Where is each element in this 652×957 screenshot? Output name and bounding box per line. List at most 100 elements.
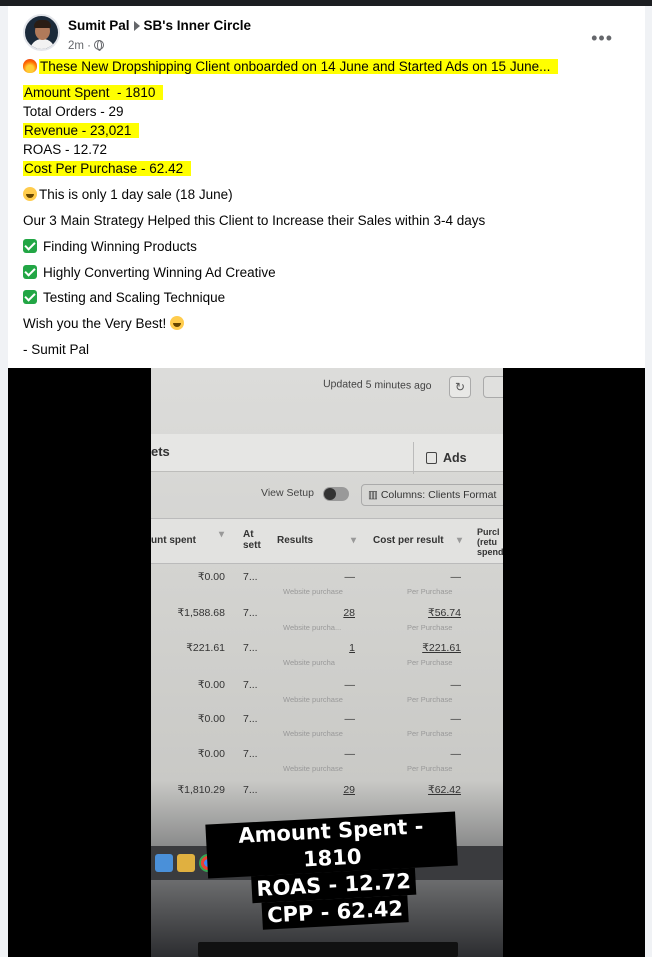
cell-cost-sub: Per Purchase: [407, 587, 453, 596]
post-video[interactable]: Updated 5 minutes ago ↻ ets Ads View Set…: [8, 368, 645, 957]
amount-spent-line: Amount Spent - 1810: [23, 84, 164, 102]
cell-amount-spent: ₹0.00: [197, 571, 225, 583]
author-name[interactable]: Sumit Pal: [68, 18, 130, 33]
col-results: Results: [277, 535, 314, 546]
cell-amount-spent: ₹1,588.68: [177, 607, 225, 619]
table-row: ₹0.00 7... — — Website purchase Per Purchase: [151, 676, 503, 711]
cell-attribution: 7...: [243, 642, 258, 654]
amount-spent-text: Amount Spent - 1810: [23, 85, 164, 100]
cell-cost-sub: Per Purchase: [407, 658, 453, 667]
cell-cost-per-result: ₹62.42: [428, 784, 461, 796]
avatar-body: [30, 39, 55, 49]
strategy-item-label: Highly Converting Winning Ad Creative: [43, 265, 276, 280]
cell-cost-per-result: —: [450, 748, 462, 760]
revenue-text: Revenue - 23,021: [23, 123, 140, 138]
strategy-item-label: Finding Winning Products: [43, 239, 197, 254]
one-day-line: This is only 1 day sale (18 June): [23, 186, 233, 204]
cell-results-sub: Website purchase: [283, 764, 343, 773]
table-row: ₹0.00 7... — — Website purchase Per Purchase: [151, 710, 503, 745]
sort-icon: ▾: [457, 535, 463, 546]
post-author-line: Sumit Pal SB's Inner Circle: [68, 18, 251, 33]
cell-results: —: [344, 748, 356, 760]
group-name[interactable]: SB's Inner Circle: [144, 18, 252, 33]
cell-amount-spent: ₹221.61: [186, 642, 225, 654]
smile-emoji-icon: [170, 316, 185, 330]
ads-tab: Ads: [413, 442, 503, 474]
cell-results-sub: Website purchase: [283, 695, 343, 704]
cell-attribution: 7...: [243, 784, 258, 796]
folder-icon: [177, 854, 195, 872]
cell-cost-per-result: ₹56.74: [428, 607, 461, 619]
check-mark-icon: [23, 290, 37, 304]
col-amount-spent: unt spent: [151, 535, 196, 546]
table-row: ₹0.00 7... — — Website purchase Per Purchase: [151, 745, 503, 780]
cell-results-sub: Website purcha...: [283, 623, 342, 632]
cell-results: —: [344, 679, 356, 691]
cell-results-sub: Website purcha: [283, 658, 335, 667]
cell-cost-per-result: ₹221.61: [422, 642, 461, 654]
columns-label: Columns: Clients Format: [380, 489, 497, 501]
app-icon: [155, 854, 173, 872]
wish-line: Wish you the Very Best!: [23, 315, 186, 333]
headline-text: These New Dropshipping Client onboarded …: [39, 59, 559, 74]
cell-results: 29: [343, 784, 355, 796]
fire-emoji-icon: [23, 59, 37, 73]
cell-attribution: 7...: [243, 571, 258, 583]
cell-amount-spent: ₹0.00: [197, 748, 225, 760]
bottom-caption-partial: [198, 942, 458, 957]
col-attribution: At sett: [243, 529, 261, 551]
strategy-item-3: Testing and Scaling Technique: [23, 289, 225, 307]
one-day-text: This is only 1 day sale (18 June): [39, 187, 233, 202]
cell-amount-spent: ₹0.00: [197, 713, 225, 725]
total-orders-text: Total Orders - 29: [23, 104, 124, 119]
author-avatar[interactable]: [23, 14, 60, 51]
view-setup-toggle: [323, 487, 349, 501]
cell-attribution: 7...: [243, 679, 258, 691]
cell-results: —: [344, 713, 356, 725]
strategy-text: Our 3 Main Strategy Helped this Client t…: [23, 213, 486, 228]
post-time[interactable]: 2m ·: [68, 40, 91, 52]
cell-cost-per-result: —: [450, 713, 462, 725]
cell-attribution: 7...: [243, 748, 258, 760]
columns-icon: ▥: [368, 489, 381, 501]
updated-text: Updated 5 minutes ago: [322, 378, 432, 392]
cell-cost-sub: Per Purchase: [407, 623, 453, 632]
table-row: ₹1,588.68 7... 28 ₹56.74 Website purcha... Pe…: [151, 604, 503, 639]
cell-attribution: 7...: [243, 607, 258, 619]
check-mark-icon: [23, 265, 37, 279]
cell-cost-per-result: —: [450, 679, 462, 691]
cell-attribution: 7...: [243, 713, 258, 725]
sort-icon: ▾: [219, 529, 225, 540]
strategy-item-1: Finding Winning Products: [23, 238, 197, 256]
headline-line: These New Dropshipping Client onboarded …: [23, 58, 559, 76]
cell-results-sub: Website purchase: [283, 587, 343, 596]
cell-results: 28: [343, 607, 355, 619]
sort-icon: ▾: [351, 535, 357, 546]
globe-icon: [94, 40, 105, 51]
refresh-icon: ↻: [449, 376, 471, 398]
cpp-text: Cost Per Purchase - 62.42: [23, 161, 192, 176]
roas-text: ROAS - 12.72: [23, 142, 108, 157]
cell-cost-sub: Per Purchase: [407, 695, 453, 704]
cell-amount-spent: ₹1,810.29: [177, 784, 225, 796]
tab-partial-label: ets: [151, 444, 170, 459]
table-header: unt spent ▾ At sett Results ▾ Cost per r…: [151, 518, 503, 564]
caret-right-icon: [133, 21, 140, 31]
ads-icon: [426, 452, 437, 464]
cell-results-sub: Website purchase: [283, 729, 343, 738]
cpp-line: Cost Per Purchase - 62.42: [23, 160, 192, 178]
col-cost-per-result: Cost per result: [373, 535, 444, 546]
table-row: ₹221.61 7... 1 ₹221.61 Website purcha Per Pur…: [151, 639, 503, 674]
cell-cost-per-result: —: [450, 571, 462, 583]
revenue-line: Revenue - 23,021: [23, 122, 140, 140]
post-meta: 2m ·: [68, 40, 105, 52]
cell-cost-sub: Per Purchase: [407, 729, 453, 738]
wish-text: Wish you the Very Best!: [23, 316, 167, 331]
strategy-item-label: Testing and Scaling Technique: [43, 290, 226, 305]
top-right-button: [483, 376, 503, 398]
check-mark-icon: [23, 239, 37, 253]
signature-text: - Sumit Pal: [23, 342, 90, 357]
more-options-icon[interactable]: •••: [591, 28, 613, 49]
table-row: ₹0.00 7... — — Website purchase Per Purchase: [151, 568, 503, 603]
strategy-item-2: Highly Converting Winning Ad Creative: [23, 264, 276, 282]
